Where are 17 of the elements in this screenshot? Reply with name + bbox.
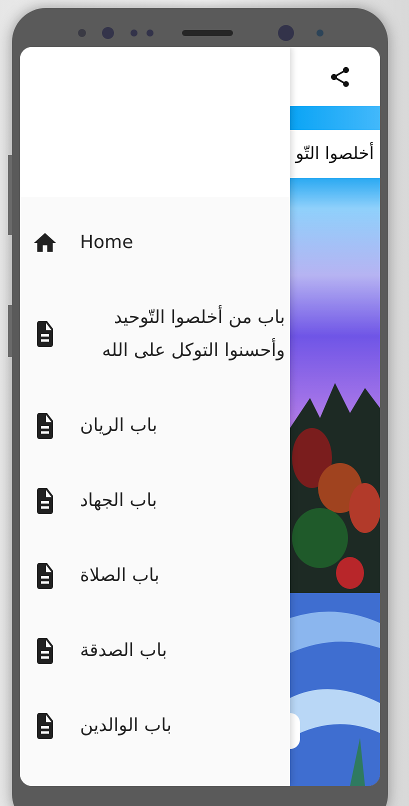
share-icon[interactable] — [328, 64, 352, 88]
document-icon — [37, 321, 53, 347]
home-icon — [33, 232, 57, 252]
banner-text: أخلصوا التّو — [296, 144, 374, 164]
document-icon — [37, 488, 53, 514]
drawer-item[interactable]: باب الوالدين — [20, 688, 290, 763]
floating-button[interactable] — [290, 713, 300, 749]
drawer-item[interactable]: باب الصلاة — [20, 538, 290, 613]
drawer-item[interactable]: باب من أخلصوا التّوحيد وأحسنوا التوكل على الله — [20, 280, 290, 388]
document-icon — [37, 412, 53, 438]
document-icon — [37, 638, 53, 664]
document-icon — [37, 712, 53, 738]
drawer-item[interactable]: باب الريان — [20, 388, 290, 463]
drawer-item[interactable]: باب الجهاد — [20, 463, 290, 538]
drawer-item[interactable]: باب الصدقة — [20, 613, 290, 688]
drawer-item[interactable]: Home — [20, 205, 290, 280]
document-icon — [37, 562, 53, 588]
